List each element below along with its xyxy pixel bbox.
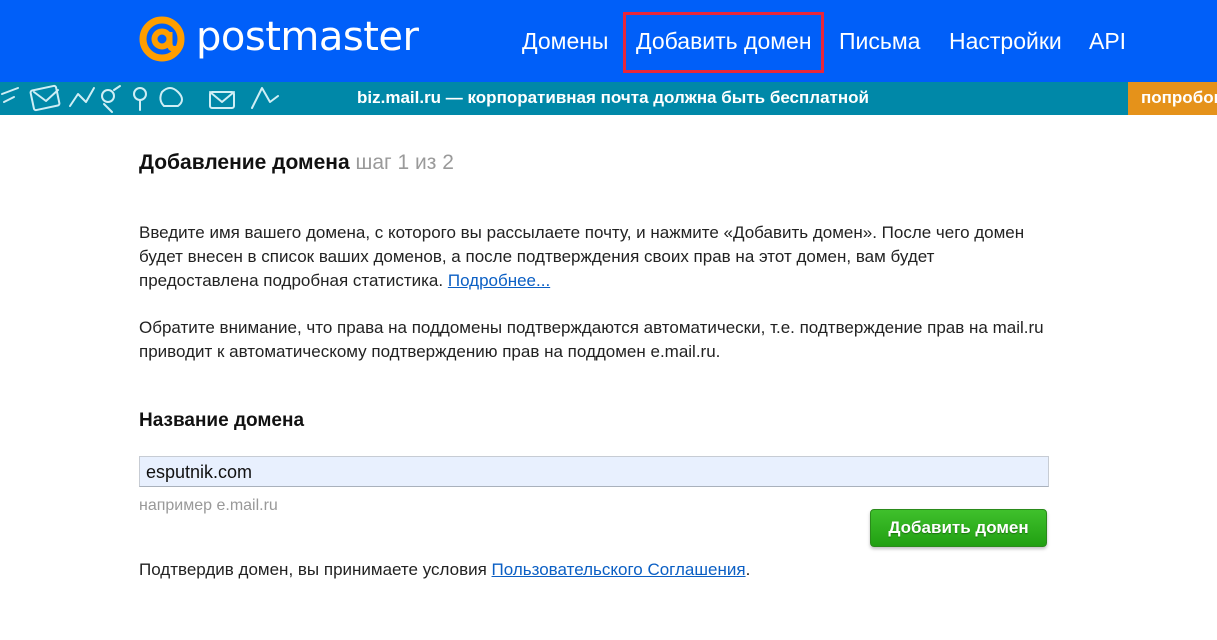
banner-cta-button[interactable]: попробов bbox=[1128, 82, 1217, 115]
domain-name-label: Название домена bbox=[139, 410, 305, 431]
terms-suffix: . bbox=[745, 560, 751, 579]
doodle-icons bbox=[1, 84, 279, 113]
nav-letters[interactable]: Письма bbox=[839, 27, 920, 55]
at-sign-icon bbox=[139, 16, 185, 62]
banner-text[interactable]: biz.mail.ru — корпоративная почта должна… bbox=[357, 88, 869, 108]
page-title: Добавление домена шаг 1 из 2 bbox=[139, 151, 454, 175]
page-title-text: Добавление домена bbox=[139, 151, 350, 174]
header: postmaster Домены Добавить домен Письма … bbox=[0, 0, 1217, 82]
nav-add-domain[interactable]: Добавить домен bbox=[636, 27, 812, 55]
domain-name-input[interactable] bbox=[139, 456, 1049, 487]
intro-paragraph: Введите имя вашего домена, с которого вы… bbox=[139, 221, 1049, 293]
nav-api[interactable]: API bbox=[1089, 27, 1126, 55]
terms-prefix: Подтвердив домен, вы принимаете условия bbox=[139, 560, 487, 579]
intro-text: Введите имя вашего домена, с которого вы… bbox=[139, 223, 1025, 290]
logo-text: postmaster bbox=[196, 14, 419, 60]
more-link[interactable]: Подробнее... bbox=[448, 271, 550, 290]
subdomain-note: Обратите внимание, что права на поддомен… bbox=[139, 318, 1044, 361]
promo-banner[interactable]: biz.mail.ru — корпоративная почта должна… bbox=[0, 82, 1217, 115]
nav-settings[interactable]: Настройки bbox=[949, 27, 1062, 55]
add-domain-button[interactable]: Добавить домен bbox=[870, 509, 1047, 547]
domain-hint: например e.mail.ru bbox=[139, 497, 278, 514]
terms-notice: Подтвердив домен, вы принимаете условия … bbox=[139, 560, 750, 580]
postmaster-logo[interactable]: postmaster bbox=[138, 14, 419, 64]
terms-link[interactable]: Пользовательского Соглашения bbox=[492, 560, 746, 579]
step-indicator: шаг 1 из 2 bbox=[355, 151, 454, 174]
nav-domains[interactable]: Домены bbox=[522, 27, 608, 55]
